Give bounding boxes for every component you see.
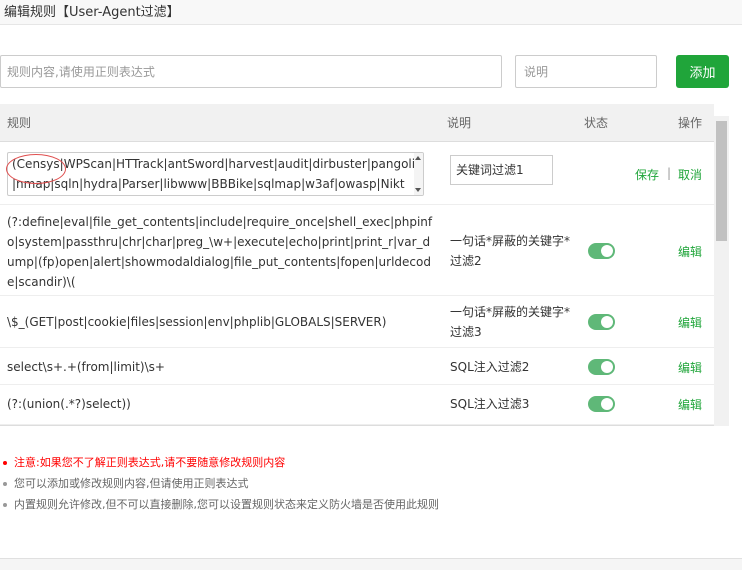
rule-description-input[interactable] (515, 55, 657, 88)
rule-description: 一句话*屏蔽的关键字*过滤2 (450, 234, 571, 268)
table-scrollbar[interactable] (714, 116, 729, 426)
rule-text: (?:(union(.*?)select)) (7, 397, 131, 411)
scroll-down-arrow-icon[interactable] (415, 188, 421, 192)
edit-link[interactable]: 编辑 (678, 396, 702, 413)
rule-text: \$_(GET|post|cookie|files|session|env|ph… (7, 315, 387, 329)
rules-table: 规则 说明 状态 操作 (Censys|WPScan|HTTrack|antSw… (0, 104, 729, 426)
warning-note: 注意:如果您不了解正则表达式,请不要随意修改规则内容 (0, 452, 742, 473)
status-toggle[interactable] (588, 396, 615, 412)
highlight-circle (6, 154, 66, 184)
edit-link[interactable]: 编辑 (678, 359, 702, 376)
header-description: 说明 (447, 116, 472, 130)
textarea-scrollbar[interactable] (414, 153, 423, 195)
table-row: \$_(GET|post|cookie|files|session|env|ph… (0, 296, 714, 348)
rule-content-input[interactable] (0, 55, 502, 88)
rule-description: SQL注入过滤3 (450, 397, 530, 411)
status-toggle[interactable] (588, 314, 615, 330)
rule-text: select\s+.+(from|limit)\s+ (7, 360, 165, 374)
edit-rule-dialog: 编辑规则【User-Agent过滤】 添加 规则 说明 状态 操作 (Censy… (0, 0, 742, 560)
toggle-knob (601, 361, 613, 373)
add-rule-button[interactable]: 添加 (676, 55, 729, 88)
header-action: 操作 (678, 116, 703, 130)
dialog-title: 编辑规则【User-Agent过滤】 (0, 0, 742, 25)
toggle-knob (601, 398, 613, 410)
table-header: 规则 说明 状态 操作 (0, 104, 714, 142)
table-row: (?:define|eval|file_get_contents|include… (0, 205, 714, 296)
scrollbar-thumb[interactable] (716, 121, 727, 241)
status-toggle[interactable] (588, 359, 615, 375)
status-toggle[interactable] (588, 243, 615, 259)
toggle-knob (601, 245, 613, 257)
rule-edit-textarea[interactable]: (Censys|WPScan|HTTrack|antSword|harvest|… (7, 152, 424, 196)
header-status: 状态 (584, 116, 609, 130)
table-row-editing: (Censys|WPScan|HTTrack|antSword|harvest|… (0, 143, 714, 205)
rule-description: SQL注入过滤2 (450, 360, 530, 374)
rule-description: 一句话*屏蔽的关键字*过滤3 (450, 305, 571, 339)
help-note: 您可以添加或修改规则内容,但请使用正则表达式 (0, 473, 742, 494)
help-note: 内置规则允许修改,但不可以直接删除,您可以设置规则状态来定义防火墙是否使用此规则 (0, 494, 742, 515)
edit-link[interactable]: 编辑 (678, 314, 702, 331)
header-rule: 规则 (7, 116, 32, 130)
table-row: (?:(union(.*?)select)) SQL注入过滤3 编辑 (0, 385, 714, 425)
help-notes: 注意:如果您不了解正则表达式,请不要随意修改规则内容 您可以添加或修改规则内容,… (0, 452, 742, 515)
rule-edit-value: (Censys|WPScan|HTTrack|antSword|harvest|… (12, 157, 423, 191)
toggle-knob (601, 316, 613, 328)
rule-text: (?:define|eval|file_get_contents|include… (7, 215, 433, 289)
cancel-link[interactable]: 取消 (678, 166, 702, 183)
description-edit-input[interactable]: 关键词过滤1 (450, 155, 553, 185)
table-row: select\s+.+(from|limit)\s+ SQL注入过滤2 编辑 (0, 348, 714, 385)
background-page-strip (0, 558, 742, 570)
scroll-up-arrow-icon[interactable] (415, 156, 421, 160)
add-rule-form: 添加 (0, 55, 742, 89)
edit-link[interactable]: 编辑 (678, 243, 702, 260)
action-separator: | (667, 166, 672, 180)
save-link[interactable]: 保存 (635, 166, 659, 183)
